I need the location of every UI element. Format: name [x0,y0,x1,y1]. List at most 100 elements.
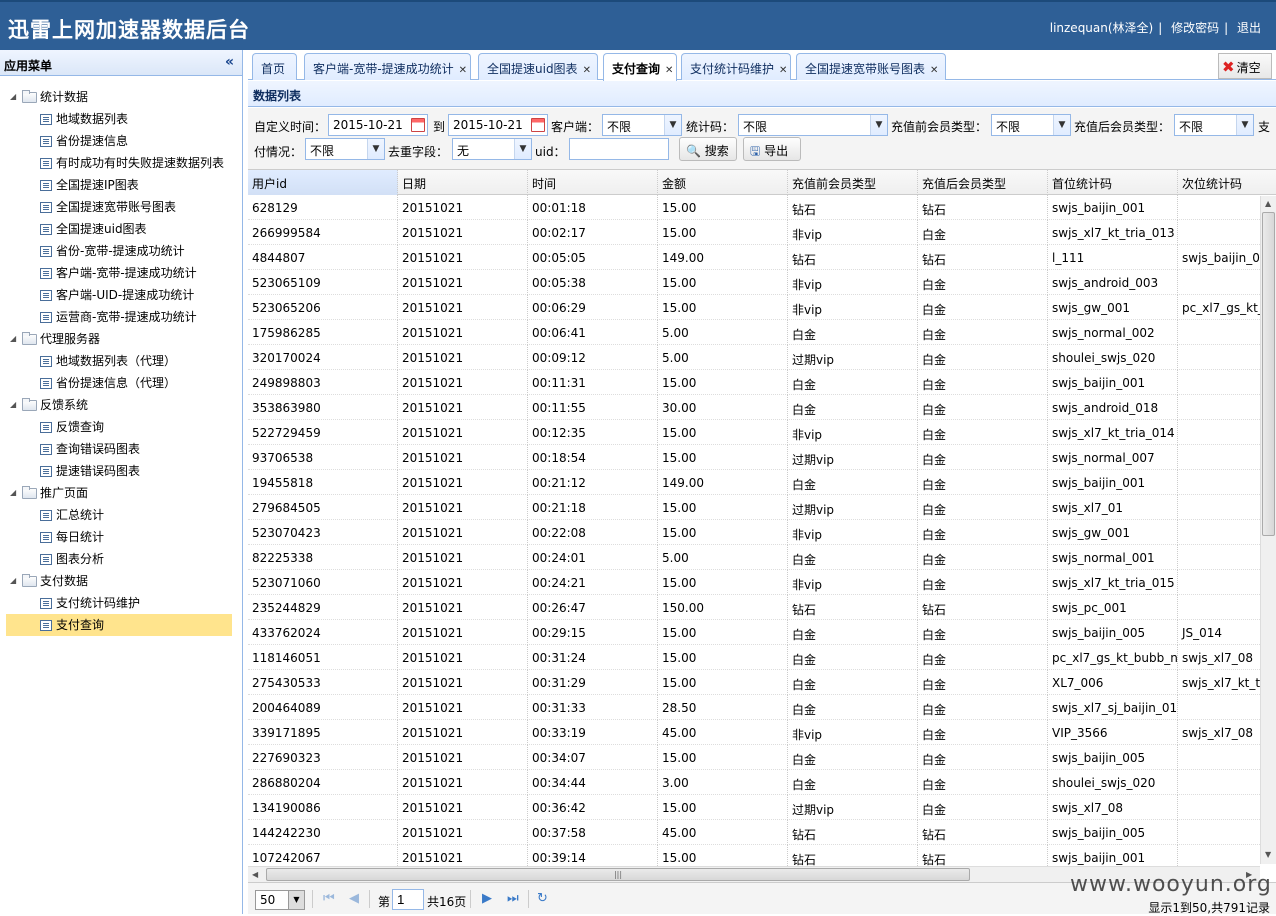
tab[interactable]: 全国提速宽带账号图表 ✕ [796,53,946,80]
post-member-select[interactable]: 不限 ▼ [1174,114,1254,136]
menu-item[interactable]: 全国提速宽带账号图表 [0,196,242,218]
table-row[interactable]: 175986285 20151021 00:06:41 5.00 白金 白金 swjs_no… [248,320,1276,345]
search-button[interactable]: 🔍 搜索 [679,137,737,161]
date-from-input[interactable]: 2015-10-21 [328,114,428,136]
table-row[interactable]: 523065206 20151021 00:06:29 15.00 非vip 白金 swjs… [248,295,1276,320]
table-row[interactable]: 134190086 20151021 00:36:42 15.00 过期vip 白金 swj… [248,795,1276,820]
close-icon[interactable]: ✕ [779,65,787,76]
calendar-icon[interactable] [531,118,545,132]
double-left-arrow-icon[interactable]: « [225,54,234,70]
menu-item[interactable]: 运营商-宽带-提速成功统计 [0,306,242,328]
menu-group-2[interactable]: ◢ 反馈系统 [0,394,242,416]
table-row[interactable]: 266999584 20151021 00:02:17 15.00 非vip 白金 swjs… [248,220,1276,245]
table-row[interactable]: 628129 20151021 00:01:18 15.00 钻石 钻石 swjs_baij… [248,195,1276,220]
table-row[interactable]: 4844807 20151021 00:05:05 149.00 钻石 钻石 l_111 sw… [248,245,1276,270]
menu-item[interactable]: 客户端-UID-提速成功统计 [0,284,242,306]
table-row[interactable]: 235244829 20151021 00:26:47 150.00 钻石 钻石 swjs_… [248,595,1276,620]
table-row[interactable]: 19455818 20151021 00:21:12 149.00 白金 白金 swjs_b… [248,470,1276,495]
clear-button[interactable]: ✖ 清空 [1218,53,1272,79]
table-row[interactable]: 320170024 20151021 00:09:12 5.00 过期vip 白金 shou… [248,345,1276,370]
column-header[interactable]: 日期 [398,170,528,195]
horizontal-scroll-thumb[interactable]: ||| [266,868,970,881]
calendar-icon[interactable] [411,118,425,132]
menu-item[interactable]: 省份-宽带-提速成功统计 [0,240,242,262]
column-header[interactable]: 金额 [658,170,788,195]
menu-group-4[interactable]: ◢ 支付数据 [0,570,242,592]
menu-group-1[interactable]: ◢ 代理服务器 [0,328,242,350]
column-header[interactable]: 时间 [528,170,658,195]
column-header[interactable]: 首位统计码 [1048,170,1178,195]
first-page-icon[interactable]: ⏮ [323,891,335,906]
menu-item[interactable]: 地域数据列表 [0,108,242,130]
menu-item[interactable]: 全国提速uid图表 [0,218,242,240]
table-row[interactable]: 522729459 20151021 00:12:35 15.00 非vip 白金 swjs… [248,420,1276,445]
table-row[interactable]: 200464089 20151021 00:31:33 28.50 白金 白金 swjs_x… [248,695,1276,720]
menu-item[interactable]: 有时成功有时失败提速数据列表 [0,152,242,174]
tab[interactable]: 首页 [252,53,297,80]
menu-item[interactable]: 地域数据列表（代理） [0,350,242,372]
table-row[interactable]: 249898803 20151021 00:11:31 15.00 白金 白金 swjs_b… [248,370,1276,395]
column-header[interactable]: 充值后会员类型 [918,170,1048,195]
vertical-scrollbar[interactable]: ▲ ▼ [1260,196,1276,864]
table-row[interactable]: 523065109 20151021 00:05:38 15.00 非vip 白金 swjs… [248,270,1276,295]
expand-arrow-icon[interactable]: ◢ [10,86,16,108]
close-icon[interactable]: ✕ [930,65,938,76]
table-row[interactable]: 339171895 20151021 00:33:19 45.00 非vip 白金 VIP_… [248,720,1276,745]
export-button[interactable]: 🖫 导出 [743,137,801,161]
refresh-icon[interactable]: ↻ [537,891,548,906]
tab[interactable]: 支付查询 ✕ [603,53,677,81]
menu-group-3[interactable]: ◢ 推广页面 [0,482,242,504]
scroll-left-icon[interactable]: ◀ [252,870,258,879]
table-row[interactable]: 433762024 20151021 00:29:15 15.00 白金 白金 swjs_b… [248,620,1276,645]
table-row[interactable]: 93706538 20151021 00:18:54 15.00 过期vip 白金 swjs… [248,445,1276,470]
menu-item[interactable]: 提速错误码图表 [0,460,242,482]
menu-group-0[interactable]: ◢ 统计数据 [0,86,242,108]
last-page-icon[interactable]: ⏭ [507,891,519,906]
table-row[interactable]: 275430533 20151021 00:31:29 15.00 白金 白金 XL7_00… [248,670,1276,695]
page-number-input[interactable] [392,889,424,910]
expand-arrow-icon[interactable]: ◢ [10,570,16,592]
vertical-scroll-thumb[interactable] [1262,212,1275,536]
tab[interactable]: 支付统计码维护 ✕ [681,53,791,80]
menu-item[interactable]: 反馈查询 [0,416,242,438]
tab[interactable]: 客户端-宽带-提速成功统计 ✕ [304,53,471,80]
table-row[interactable]: 353863980 20151021 00:11:55 30.00 白金 白金 swjs_a… [248,395,1276,420]
scroll-up-icon[interactable]: ▲ [1265,199,1271,208]
close-icon[interactable]: ✕ [665,65,673,76]
table-row[interactable]: 144242230 20151021 00:37:58 45.00 钻石 钻石 swjs_b… [248,820,1276,845]
table-row[interactable]: 523070423 20151021 00:22:08 15.00 非vip 白金 swjs… [248,520,1276,545]
table-row[interactable]: 523071060 20151021 00:24:21 15.00 非vip 白金 swjs… [248,570,1276,595]
menu-item[interactable]: 查询错误码图表 [0,438,242,460]
close-icon[interactable]: ✕ [583,65,591,76]
next-page-icon[interactable]: ▶ [482,891,492,906]
pre-member-select[interactable]: 不限 ▼ [991,114,1071,136]
menu-item[interactable]: 支付统计码维护 [0,592,242,614]
logout-link[interactable]: 退出 [1237,21,1261,35]
change-password-link[interactable]: 修改密码 [1171,21,1219,35]
scroll-down-icon[interactable]: ▼ [1265,850,1271,859]
pay-status-select[interactable]: 不限 ▼ [305,138,385,160]
menu-item[interactable]: 支付查询 [6,614,232,636]
table-row[interactable]: 227690323 20151021 00:34:07 15.00 白金 白金 swjs_b… [248,745,1276,770]
menu-item[interactable]: 每日统计 [0,526,242,548]
menu-item[interactable]: 汇总统计 [0,504,242,526]
menu-item[interactable]: 省份提速信息 [0,130,242,152]
close-icon[interactable]: ✕ [459,65,467,76]
expand-arrow-icon[interactable]: ◢ [10,394,16,416]
prev-page-icon[interactable]: ◀ [349,891,359,906]
column-header[interactable]: 次位统计码 [1178,170,1276,195]
tab[interactable]: 全国提速uid图表 ✕ [478,53,598,80]
column-header[interactable]: 用户id [248,170,398,195]
table-row[interactable]: 286880204 20151021 00:34:44 3.00 白金 白金 shoulei… [248,770,1276,795]
menu-item[interactable]: 省份提速信息（代理） [0,372,242,394]
menu-item[interactable]: 图表分析 [0,548,242,570]
table-row[interactable]: 118146051 20151021 00:31:24 15.00 白金 白金 pc_xl7… [248,645,1276,670]
dedup-select[interactable]: 无 ▼ [452,138,532,160]
client-select[interactable]: 不限 ▼ [602,114,682,136]
table-row[interactable]: 107242067 20151021 00:39:14 15.00 钻石 钻石 swjs_b… [248,845,1276,868]
menu-item[interactable]: 客户端-宽带-提速成功统计 [0,262,242,284]
uid-input[interactable] [569,138,669,160]
stat-code-select[interactable]: 不限 ▼ [738,114,888,136]
page-size-select[interactable]: 50 ▼ [255,890,305,910]
expand-arrow-icon[interactable]: ◢ [10,482,16,504]
